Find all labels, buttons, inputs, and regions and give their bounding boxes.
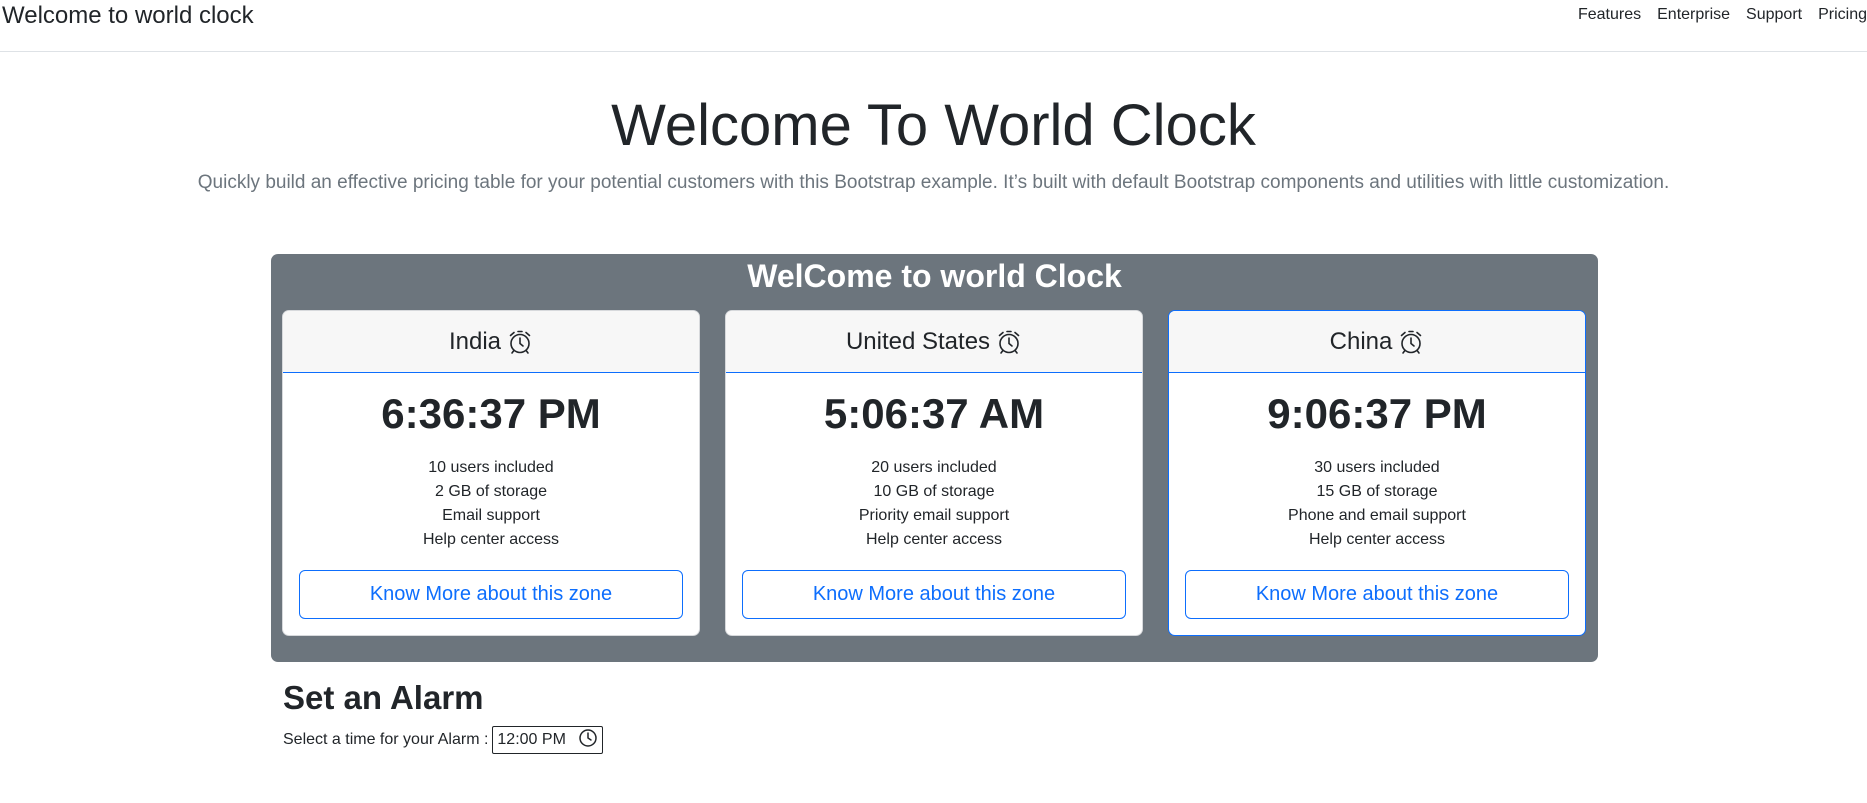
feature-item: 10 GB of storage	[873, 483, 995, 500]
alarm-clock-icon	[507, 329, 533, 355]
alarm-clock-icon	[1398, 329, 1424, 355]
hero-title: Welcome To World Clock	[611, 93, 1256, 158]
nav-link-support[interactable]: Support	[1746, 6, 1802, 24]
zone-time: 5:06:37 AM	[823, 390, 1045, 437]
zone-card-united-states: United States 5:06:37 AM 20 users includ…	[725, 310, 1143, 636]
alarm-row: Select a time for your Alarm : 12:00 PM	[283, 726, 604, 754]
zone-time: 9:06:37 PM	[1267, 390, 1487, 437]
feature-item: Help center access	[1308, 531, 1446, 548]
feature-item: 2 GB of storage	[434, 483, 548, 500]
alarm-clock-icon	[996, 329, 1022, 355]
feature-item: Priority email support	[858, 507, 1010, 524]
zone-name: China	[1329, 327, 1393, 355]
alarm-time-value[interactable]: 12:00 PM	[497, 731, 565, 749]
know-more-button[interactable]: Know More about this zone	[1185, 570, 1569, 619]
feature-list: 30 users included 15 GB of storage Phone…	[1169, 456, 1585, 552]
world-clock-panel: WelCome to world Clock India 6:36:37 PM …	[271, 254, 1598, 662]
know-more-button[interactable]: Know More about this zone	[742, 570, 1126, 619]
feature-list: 20 users included 10 GB of storage Prior…	[726, 456, 1142, 552]
feature-item: Phone and email support	[1288, 507, 1466, 524]
zone-name: India	[448, 327, 502, 355]
feature-item: Email support	[442, 507, 540, 524]
clock-icon[interactable]	[578, 728, 598, 753]
card-header: United States	[726, 311, 1142, 373]
zone-card-china: China 9:06:37 PM 30 users included 15 GB…	[1168, 310, 1586, 636]
nav-link-features[interactable]: Features	[1578, 6, 1641, 24]
nav-link-enterprise[interactable]: Enterprise	[1657, 6, 1730, 24]
card-header: China	[1169, 311, 1585, 373]
panel-title: WelCome to world Clock	[747, 258, 1122, 294]
feature-item: Help center access	[422, 531, 560, 548]
alarm-time-input[interactable]: 12:00 PM	[492, 726, 604, 754]
alarm-title: Set an Alarm	[283, 679, 484, 716]
know-more-button[interactable]: Know More about this zone	[299, 570, 683, 619]
hero-lead: Quickly build an effective pricing table…	[197, 172, 1670, 193]
zone-card-india: India 6:36:37 PM 10 users included 2 GB …	[282, 310, 700, 636]
zone-time: 6:36:37 PM	[381, 390, 601, 437]
feature-item: 20 users included	[871, 459, 997, 476]
navbar: Welcome to world clock Features Enterpri…	[0, 0, 1867, 52]
nav-link-pricing[interactable]: Pricing	[1818, 6, 1867, 24]
alarm-label: Select a time for your Alarm :	[283, 731, 489, 748]
nav-links: Features Enterprise Support Pricing	[1562, 6, 1867, 24]
card-header: India	[283, 311, 699, 373]
navbar-brand[interactable]: Welcome to world clock	[2, 2, 254, 30]
zone-name: United States	[845, 327, 991, 355]
feature-item: 10 users included	[428, 459, 554, 476]
feature-list: 10 users included 2 GB of storage Email …	[283, 456, 699, 552]
feature-item: Help center access	[865, 531, 1003, 548]
feature-item: 15 GB of storage	[1316, 483, 1438, 500]
feature-item: 30 users included	[1314, 459, 1440, 476]
